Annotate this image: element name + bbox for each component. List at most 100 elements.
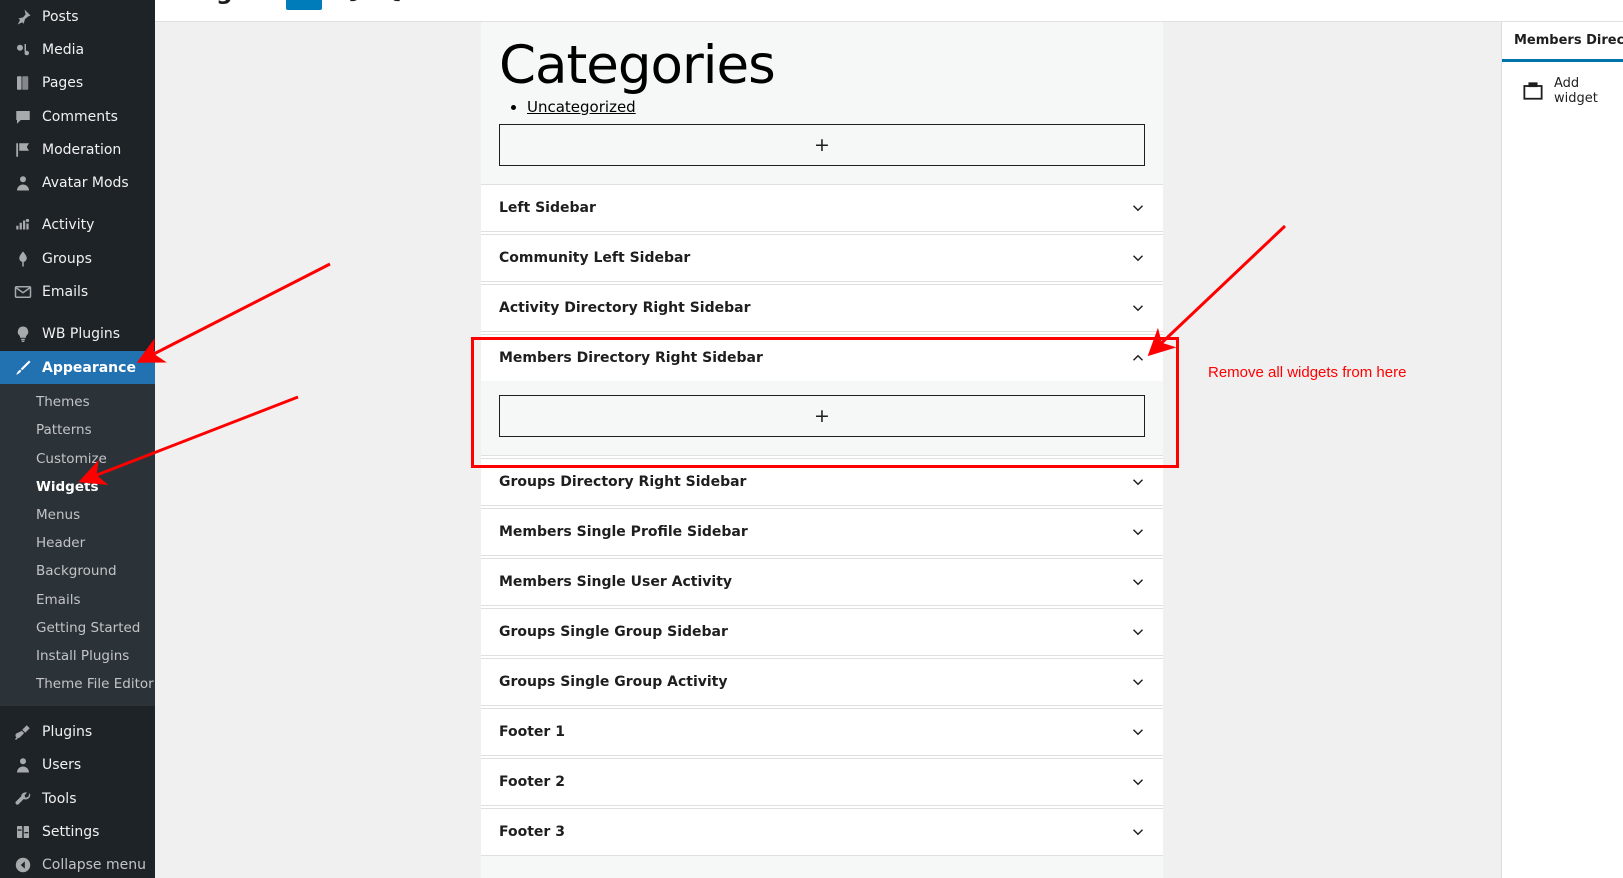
add-block-button[interactable]: + [286, 0, 323, 10]
redo-icon[interactable] [382, 0, 414, 8]
chevron-down-icon[interactable] [1129, 773, 1147, 791]
widget-area-groups-directory-right-sidebar: Groups Directory Right Sidebar [481, 458, 1163, 507]
submenu-item-customize[interactable]: Customize [0, 445, 155, 473]
widget-area-toggle-community-left-sidebar[interactable]: Community Left Sidebar [481, 235, 1163, 281]
menu-separator [0, 309, 155, 318]
inspector-panel: Members Directory Right Sidebar Add widg… [1501, 22, 1623, 878]
sidebar-item-pages[interactable]: Pages [0, 67, 155, 100]
sidebar-item-settings[interactable]: Settings [0, 815, 155, 848]
widget-area-toggle-left-sidebar[interactable]: Left Sidebar [481, 185, 1163, 231]
widget-area-label: Activity Directory Right Sidebar [499, 300, 751, 317]
menu-separator [0, 706, 155, 715]
submenu-item-background[interactable]: Background [0, 557, 155, 585]
editor-scroll-region: Categories Uncategorized + Left Sidebar C… [155, 22, 1469, 878]
pages-icon [10, 73, 36, 93]
sidebar-item-avatar-mods[interactable]: Avatar Mods [0, 166, 155, 199]
submenu-item-patterns[interactable]: Patterns [0, 416, 155, 444]
chevron-up-icon[interactable] [1129, 349, 1147, 367]
add-widget-slot-members-directory-right-sidebar[interactable]: + [499, 395, 1145, 438]
chevron-down-icon[interactable] [1129, 299, 1147, 317]
widget-area-toggle-groups-directory-right-sidebar[interactable]: Groups Directory Right Sidebar [481, 459, 1163, 505]
chevron-down-icon[interactable] [1129, 823, 1147, 841]
sidebar-item-label: Tools [42, 790, 77, 807]
chevron-down-icon[interactable] [1129, 623, 1147, 641]
widget-areas-column: Categories Uncategorized + Left Sidebar C… [481, 22, 1163, 878]
sidebar-item-activity[interactable]: Activity [0, 209, 155, 242]
sidebar-item-tools[interactable]: Tools [0, 782, 155, 815]
sidebar-item-moderation[interactable]: Moderation [0, 133, 155, 166]
editor-canvas: Categories Uncategorized + Left Sidebar C… [155, 22, 1485, 878]
categories-widget-block[interactable]: Categories Uncategorized + [481, 22, 1163, 185]
widget-area-label: Community Left Sidebar [499, 250, 691, 267]
sidebar-item-posts[interactable]: Posts [0, 0, 155, 33]
media-icon [10, 40, 36, 60]
list-view-icon[interactable] [428, 0, 460, 8]
chevron-down-icon[interactable] [1129, 723, 1147, 741]
plug-icon [10, 722, 36, 742]
chevron-down-icon[interactable] [1129, 573, 1147, 591]
widget-area-label: Groups Single Group Sidebar [499, 624, 728, 641]
categories-block-title: Categories [499, 35, 776, 96]
admin-sidebar: Posts Media Pages Comments Moderation Avatar … [0, 0, 155, 878]
sliders-icon [10, 822, 36, 842]
sidebar-item-appearance[interactable]: Appearance [0, 350, 155, 385]
widget-area-community-left-sidebar: Community Left Sidebar [481, 234, 1163, 283]
chevron-down-icon[interactable] [1129, 673, 1147, 691]
inspector-item-label: Add widget [1554, 75, 1598, 106]
widget-area-label: Left Sidebar [499, 200, 596, 217]
admin-menu-top: Posts Media Pages Comments Moderation Avatar … [0, 0, 155, 385]
sidebar-item-groups[interactable]: Groups [0, 242, 155, 275]
chevron-down-icon[interactable] [1129, 523, 1147, 541]
sidebar-item-comments[interactable]: Comments [0, 100, 155, 133]
sidebar-item-label: Users [42, 757, 82, 774]
inspector-item-list: Add widget [1502, 62, 1623, 116]
menu-separator [0, 200, 155, 209]
chevron-down-icon[interactable] [1129, 473, 1147, 491]
widget-area-groups-single-group-activity: Groups Single Group Activity [481, 658, 1163, 707]
widget-area-toggle-members-single-user-activity[interactable]: Members Single User Activity [481, 559, 1163, 605]
widget-area-toggle-groups-single-group-activity[interactable]: Groups Single Group Activity [481, 659, 1163, 705]
chevron-down-icon[interactable] [1129, 199, 1147, 217]
submenu-item-menus[interactable]: Menus [0, 501, 155, 529]
submenu-item-install-plugins[interactable]: Install Plugins [0, 642, 155, 670]
widget-area-groups-single-group-sidebar: Groups Single Group Sidebar [481, 608, 1163, 657]
users-icon [10, 755, 36, 775]
widget-area-toggle-groups-single-group-sidebar[interactable]: Groups Single Group Sidebar [481, 609, 1163, 655]
lightbulb-icon [10, 324, 36, 344]
sidebar-item-users[interactable]: Users [0, 749, 155, 782]
widget-area-toggle-members-single-profile-sidebar[interactable]: Members Single Profile Sidebar [481, 509, 1163, 555]
widgets-screen: Posts Media Pages Comments Moderation Avatar … [0, 0, 1623, 878]
pin-icon [10, 7, 36, 27]
submenu-item-theme-file-editor[interactable]: Theme File Editor [0, 670, 155, 698]
widget-area-toggle-activity-directory-right-sidebar[interactable]: Activity Directory Right Sidebar [481, 285, 1163, 331]
sidebar-item-label: Settings [42, 823, 100, 840]
sidebar-item-plugins[interactable]: Plugins [0, 715, 155, 748]
collapse-arrow-icon [10, 856, 36, 874]
submenu-item-getting-started[interactable]: Getting Started [0, 614, 155, 642]
submenu-item-themes[interactable]: Themes [0, 388, 155, 416]
category-link[interactable]: Uncategorized [527, 98, 636, 116]
sidebar-item-emails[interactable]: Emails [0, 275, 155, 308]
submenu-item-header[interactable]: Header [0, 529, 155, 557]
collapse-menu-button[interactable]: Collapse menu [0, 849, 155, 878]
sidebar-item-label: Media [42, 41, 85, 58]
widget-area-label: Groups Single Group Activity [499, 674, 728, 691]
widget-area-toggle-footer-2[interactable]: Footer 2 [481, 759, 1163, 805]
widget-area-toggle-footer-3[interactable]: Footer 3 [481, 809, 1163, 855]
submenu-item-widgets[interactable]: Widgets [0, 473, 155, 501]
activity-icon [10, 215, 36, 235]
widget-area-footer-3: Footer 3 [481, 808, 1163, 857]
category-list-item: Uncategorized [527, 96, 1145, 119]
sidebar-item-media[interactable]: Media [0, 33, 155, 66]
submenu-item-emails[interactable]: Emails [0, 586, 155, 614]
widget-area-label: Members Single User Activity [499, 574, 733, 591]
widget-area-toggle-footer-1[interactable]: Footer 1 [481, 709, 1163, 755]
brush-icon [10, 358, 36, 378]
inspector-add-widget-item[interactable]: Add widget [1502, 62, 1623, 116]
undo-icon[interactable] [336, 0, 368, 8]
add-widget-slot-categories[interactable]: + [499, 124, 1145, 167]
sidebar-item-wb-plugins[interactable]: WB Plugins [0, 318, 155, 351]
widget-area-toggle-members-directory-right-sidebar[interactable]: Members Directory Right Sidebar [481, 335, 1163, 381]
sidebar-item-label: Moderation [42, 141, 122, 158]
chevron-down-icon[interactable] [1129, 249, 1147, 267]
